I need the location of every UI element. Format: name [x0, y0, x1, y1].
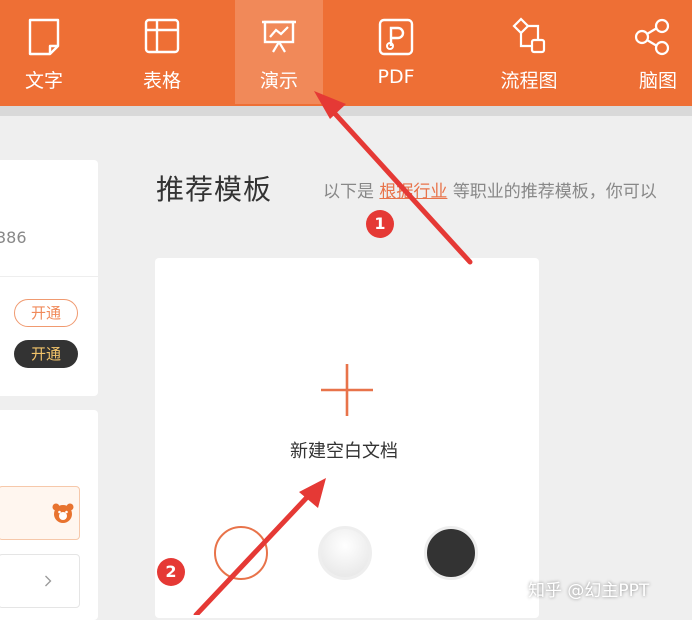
tab-pdf[interactable]: PDF: [358, 0, 434, 104]
swatch-white[interactable]: [214, 526, 268, 580]
pdf-icon: [378, 18, 414, 56]
industry-link[interactable]: 根据行业: [379, 182, 447, 202]
tab-presentation[interactable]: 演示: [235, 0, 323, 104]
bear-icon: [52, 503, 74, 523]
chevron-right-icon: [45, 575, 52, 587]
secondary-card: [0, 410, 98, 620]
step-badge-1: 1: [366, 210, 394, 238]
swatch-dark[interactable]: [424, 526, 478, 580]
tab-document[interactable]: 文字: [8, 0, 80, 104]
tab-label: 文字: [24, 70, 63, 92]
section-title: 推荐模板: [156, 173, 273, 206]
step-badge-2: 2: [157, 558, 185, 586]
next-button[interactable]: [0, 554, 80, 608]
watermark: 知乎 @幻主PPT: [528, 581, 650, 601]
account-number-fragment: 386: [0, 228, 27, 247]
document-icon: [28, 18, 60, 56]
table-icon: [144, 18, 180, 54]
tab-label: 流程图: [500, 70, 558, 92]
divider: [0, 276, 98, 277]
tab-label: 演示: [259, 70, 298, 92]
flowchart-icon: [512, 17, 546, 54]
promo-banner[interactable]: [0, 486, 80, 540]
top-toolbar: [0, 0, 692, 106]
account-card: 386 开通 开通: [0, 160, 98, 396]
tab-flowchart[interactable]: 流程图: [488, 0, 570, 104]
new-blank-label[interactable]: 新建空白文档: [290, 437, 410, 463]
activate-button-dark[interactable]: 开通: [14, 340, 78, 368]
tab-label: 表格: [142, 70, 181, 92]
tab-label: 脑图: [638, 70, 677, 92]
presentation-icon: [262, 20, 296, 53]
swatch-light-gray[interactable]: [318, 526, 372, 580]
plus-icon[interactable]: [319, 362, 375, 418]
desc-suffix: 等职业的推荐模板，你可以: [452, 182, 657, 202]
desc-prefix: 以下是: [323, 182, 374, 202]
toolbar-shadow: [0, 106, 692, 116]
tab-label: PDF: [377, 66, 415, 88]
tab-spreadsheet[interactable]: 表格: [124, 0, 200, 104]
tab-mindmap[interactable]: 脑图: [624, 0, 692, 104]
mindmap-icon: [634, 18, 670, 56]
section-description: 以下是 根据行业 等职业的推荐模板，你可以: [323, 177, 657, 202]
activate-button-outline[interactable]: 开通: [14, 299, 78, 327]
